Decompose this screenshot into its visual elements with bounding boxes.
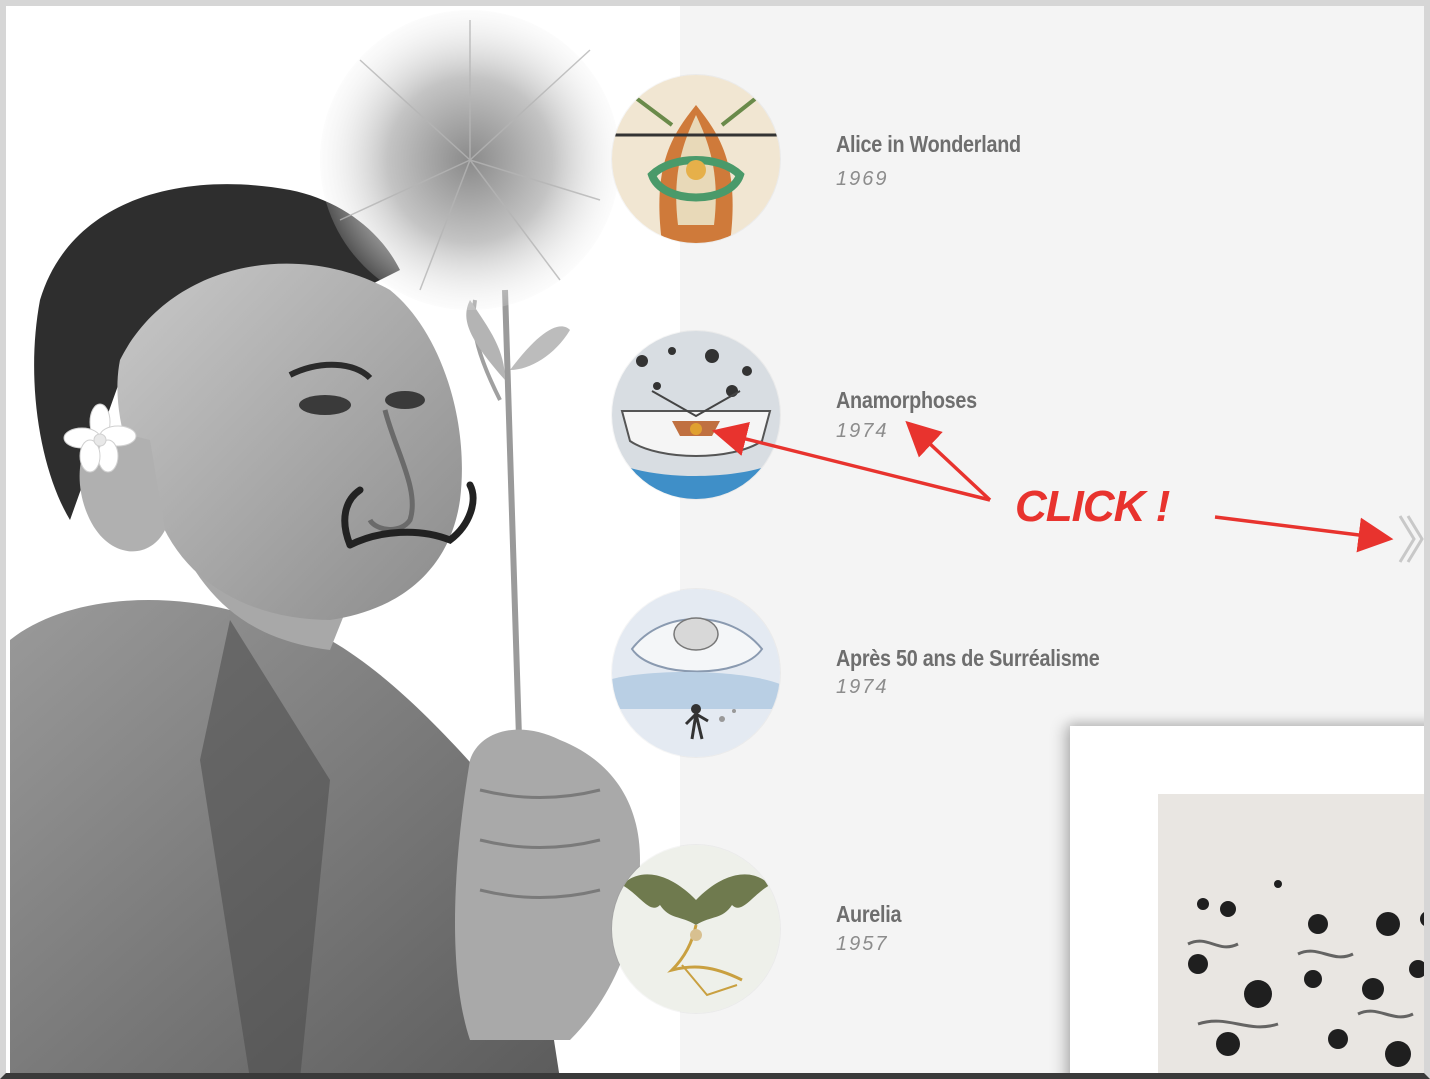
anamorphoses-artwork-thumbnail[interactable] <box>612 331 780 499</box>
series-item-alice[interactable]: Alice in Wonderland 1969 <box>612 75 1172 245</box>
series-title[interactable]: Après 50 ans de Surréalisme <box>836 645 1100 672</box>
portrait-illustration <box>10 10 640 1079</box>
series-year: 1969 <box>836 168 889 190</box>
alice-artwork-thumbnail[interactable] <box>612 75 780 243</box>
series-year: 1974 <box>836 420 889 442</box>
series-title[interactable]: Anamorphoses <box>836 387 977 414</box>
catalog-page: Alice in Wonderland 1969 Anamorphoses 19… <box>0 0 1430 1079</box>
chevron-right-icon[interactable] <box>1396 512 1426 566</box>
series-year: 1974 <box>836 676 889 698</box>
series-title[interactable]: Aurelia <box>836 901 902 928</box>
series-item-anamorphoses[interactable]: Anamorphoses 1974 <box>612 331 1172 501</box>
anamorphoses-preview-image <box>1158 794 1430 1079</box>
artwork-preview-card[interactable] <box>1070 726 1430 1079</box>
series-title[interactable]: Alice in Wonderland <box>836 131 1021 158</box>
artist-portrait <box>0 0 680 1079</box>
click-annotation-label: CLICK ! <box>1015 482 1170 531</box>
surrealisme-artwork-thumbnail[interactable] <box>612 589 780 757</box>
series-year: 1957 <box>836 933 889 955</box>
aurelia-artwork-thumbnail[interactable] <box>612 845 780 1013</box>
